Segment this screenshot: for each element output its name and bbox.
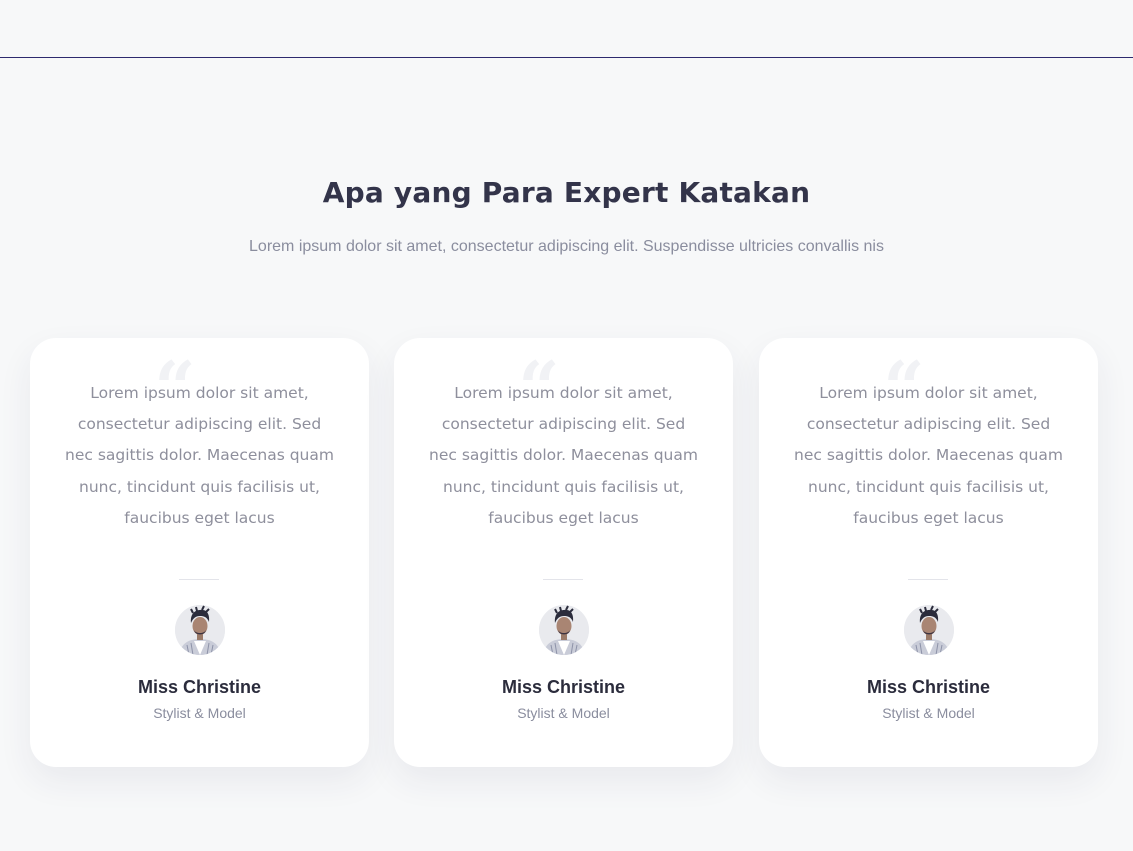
section-title: Apa yang Para Expert Katakan: [322, 176, 811, 209]
person-avatar-icon: [175, 605, 225, 655]
person-role: Stylist & Model: [153, 705, 246, 721]
person-role: Stylist & Model: [517, 705, 610, 721]
avatar: [175, 605, 225, 655]
person-name: Miss Christine: [866, 677, 991, 697]
person-avatar-icon: [539, 605, 589, 655]
testimonial-cards: “ Lorem ipsum dolor sit amet, consectetu…: [30, 338, 1098, 767]
divider: [543, 579, 583, 580]
divider: [908, 579, 948, 580]
testimonial-text: Lorem ipsum dolor sit amet, consectetur …: [794, 384, 1063, 527]
person-name: Miss Christine: [137, 677, 262, 697]
top-header-bar: [0, 0, 1133, 58]
testimonial-card: “ Lorem ipsum dolor sit amet, consectetu…: [759, 338, 1098, 767]
section-subtitle: Lorem ipsum dolor sit amet, consectetur …: [249, 238, 884, 255]
person-role: Stylist & Model: [882, 705, 975, 721]
testimonial-card: “ Lorem ipsum dolor sit amet, consectetu…: [394, 338, 733, 767]
person-name: Miss Christine: [501, 677, 626, 697]
avatar: [539, 605, 589, 655]
person-avatar-icon: [904, 605, 954, 655]
divider: [179, 579, 219, 580]
testimonial-text: Lorem ipsum dolor sit amet, consectetur …: [429, 384, 698, 527]
testimonial-text: Lorem ipsum dolor sit amet, consectetur …: [65, 384, 334, 527]
testimonial-card: “ Lorem ipsum dolor sit amet, consectetu…: [30, 338, 369, 767]
avatar: [904, 605, 954, 655]
